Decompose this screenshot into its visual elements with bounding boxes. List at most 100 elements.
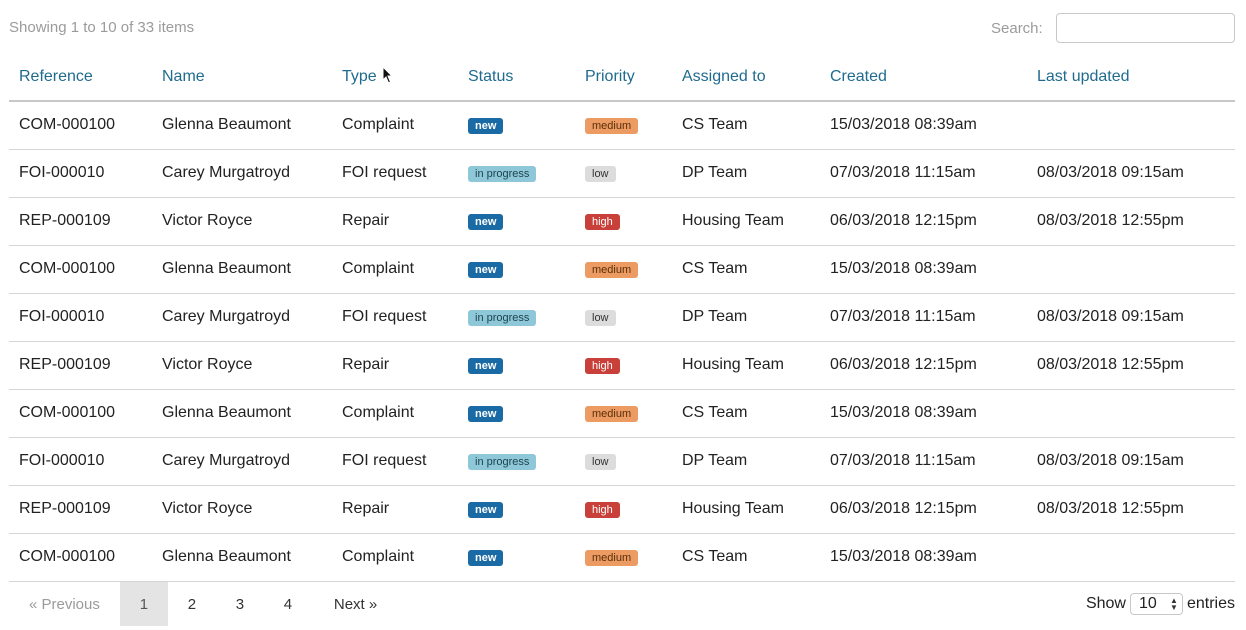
cell-reference: REP-000109 bbox=[9, 197, 152, 246]
table-row[interactable]: FOI-000010 Carey Murgatroyd FOI request in … bbox=[9, 149, 1235, 198]
items-table: Reference Name Type Status Priority Assi… bbox=[9, 53, 1235, 582]
pagination-page-2[interactable]: 2 bbox=[168, 582, 216, 626]
table-row[interactable]: REP-000109 Victor Royce Repair new high Housi… bbox=[9, 197, 1235, 246]
status-badge: new bbox=[468, 262, 504, 278]
cell-assigned-to: Housing Team bbox=[672, 197, 820, 246]
table-row[interactable]: FOI-000010 Carey Murgatroyd FOI request in … bbox=[9, 437, 1235, 486]
cell-name: Carey Murgatroyd bbox=[152, 437, 332, 486]
status-badge: new bbox=[468, 118, 504, 135]
cell-last-updated: 08/03/2018 09:15am bbox=[1027, 149, 1235, 198]
pagination-page-3[interactable]: 3 bbox=[216, 582, 264, 626]
priority-badge: low bbox=[585, 166, 616, 182]
cell-name: Glenna Beaumont bbox=[152, 389, 332, 438]
cell-assigned-to: DP Team bbox=[672, 437, 820, 486]
priority-badge: medium bbox=[585, 118, 639, 135]
pagination: « Previous 1 2 3 4 Next » bbox=[9, 582, 397, 626]
cell-status: new bbox=[458, 101, 575, 150]
priority-badge: high bbox=[585, 502, 620, 518]
table-row[interactable]: COM-000100 Glenna Beaumont Complaint new med… bbox=[9, 389, 1235, 438]
table-row[interactable]: REP-000109 Victor Royce Repair new high Housi… bbox=[9, 485, 1235, 534]
column-header-name[interactable]: Name bbox=[152, 53, 332, 102]
cell-last-updated: 08/03/2018 12:55pm bbox=[1027, 485, 1235, 534]
cell-type: Repair bbox=[332, 341, 458, 390]
status-badge: in progress bbox=[468, 310, 537, 326]
column-header-status[interactable]: Status bbox=[458, 53, 575, 102]
page-length-value: 10 bbox=[1138, 595, 1157, 612]
cell-name: Victor Royce bbox=[152, 197, 332, 246]
status-badge: new bbox=[468, 358, 504, 374]
table-row[interactable]: REP-000109 Victor Royce Repair new high Housi… bbox=[9, 341, 1235, 390]
column-header-priority[interactable]: Priority bbox=[575, 53, 672, 102]
priority-badge: high bbox=[585, 358, 620, 374]
mouse-cursor-icon bbox=[382, 66, 394, 84]
cell-reference: FOI-000010 bbox=[9, 437, 152, 486]
cell-assigned-to: DP Team bbox=[672, 293, 820, 342]
column-header-type[interactable]: Type bbox=[332, 53, 458, 102]
column-header-assigned-to[interactable]: Assigned to bbox=[672, 53, 820, 102]
cell-assigned-to: DP Team bbox=[672, 149, 820, 198]
cell-reference: FOI-000010 bbox=[9, 149, 152, 198]
cell-created: 07/03/2018 11:15am bbox=[820, 149, 1027, 198]
cell-reference: REP-000109 bbox=[9, 341, 152, 390]
cell-created: 15/03/2018 08:39am bbox=[820, 101, 1027, 150]
cell-assigned-to: Housing Team bbox=[672, 485, 820, 534]
table-row[interactable]: FOI-000010 Carey Murgatroyd FOI request in … bbox=[9, 293, 1235, 342]
page-length-select[interactable]: 10 ▲ ▼ bbox=[1129, 593, 1183, 615]
cell-reference: COM-000100 bbox=[9, 533, 152, 582]
cell-status: new bbox=[458, 245, 575, 294]
cell-reference: REP-000109 bbox=[9, 485, 152, 534]
cell-reference: COM-000100 bbox=[9, 101, 152, 150]
cell-reference: COM-000100 bbox=[9, 389, 152, 438]
pagination-page-1[interactable]: 1 bbox=[119, 582, 168, 626]
status-badge: in progress bbox=[468, 166, 537, 182]
status-badge: in progress bbox=[468, 454, 537, 470]
cell-priority: low bbox=[575, 149, 672, 198]
cell-priority: medium bbox=[575, 533, 672, 582]
search-input[interactable] bbox=[1056, 13, 1235, 43]
priority-badge: high bbox=[585, 214, 620, 230]
cell-assigned-to: CS Team bbox=[672, 101, 820, 150]
cell-name: Carey Murgatroyd bbox=[152, 149, 332, 198]
table-body: COM-000100 Glenna Beaumont Complaint new med… bbox=[9, 101, 1235, 582]
cell-last-updated: 08/03/2018 09:15am bbox=[1027, 293, 1235, 342]
table-info-text: Showing 1 to 10 of 33 items bbox=[9, 19, 195, 36]
cell-priority: medium bbox=[575, 389, 672, 438]
cell-name: Glenna Beaumont bbox=[152, 245, 332, 294]
cell-name: Glenna Beaumont bbox=[152, 101, 332, 150]
column-header-last-updated[interactable]: Last updated bbox=[1027, 53, 1235, 102]
cell-created: 15/03/2018 08:39am bbox=[820, 533, 1027, 582]
cell-last-updated bbox=[1027, 245, 1235, 294]
cell-status: new bbox=[458, 485, 575, 534]
cell-status: new bbox=[458, 341, 575, 390]
select-arrows-icon: ▲ ▼ bbox=[1170, 596, 1178, 612]
table-row[interactable]: COM-000100 Glenna Beaumont Complaint new med… bbox=[9, 101, 1235, 150]
column-header-reference[interactable]: Reference bbox=[9, 53, 152, 102]
cell-last-updated bbox=[1027, 389, 1235, 438]
cell-last-updated bbox=[1027, 101, 1235, 150]
cell-status: in progress bbox=[458, 149, 575, 198]
cell-assigned-to: CS Team bbox=[672, 389, 820, 438]
length-show-label: Show bbox=[1085, 595, 1126, 612]
cell-status: in progress bbox=[458, 437, 575, 486]
column-header-created[interactable]: Created bbox=[820, 53, 1027, 102]
table-row[interactable]: COM-000100 Glenna Beaumont Complaint new med… bbox=[9, 245, 1235, 294]
cell-created: 06/03/2018 12:15pm bbox=[820, 485, 1027, 534]
cell-type: Repair bbox=[332, 197, 458, 246]
length-entries-label: entries bbox=[1186, 595, 1235, 612]
pagination-previous-button[interactable]: « Previous bbox=[9, 582, 120, 626]
status-badge: new bbox=[468, 214, 504, 230]
cell-last-updated: 08/03/2018 09:15am bbox=[1027, 437, 1235, 486]
cell-priority: low bbox=[575, 437, 672, 486]
priority-badge: medium bbox=[585, 550, 639, 566]
cell-created: 06/03/2018 12:15pm bbox=[820, 197, 1027, 246]
search-label: Search: bbox=[991, 20, 1043, 37]
cell-name: Glenna Beaumont bbox=[152, 533, 332, 582]
cell-type: Repair bbox=[332, 485, 458, 534]
cell-created: 07/03/2018 11:15am bbox=[820, 437, 1027, 486]
pagination-next-button[interactable]: Next » bbox=[312, 582, 397, 626]
pagination-page-4[interactable]: 4 bbox=[264, 582, 312, 626]
cell-status: in progress bbox=[458, 293, 575, 342]
cell-created: 15/03/2018 08:39am bbox=[820, 389, 1027, 438]
table-row[interactable]: COM-000100 Glenna Beaumont Complaint new med… bbox=[9, 533, 1235, 582]
cell-last-updated: 08/03/2018 12:55pm bbox=[1027, 197, 1235, 246]
